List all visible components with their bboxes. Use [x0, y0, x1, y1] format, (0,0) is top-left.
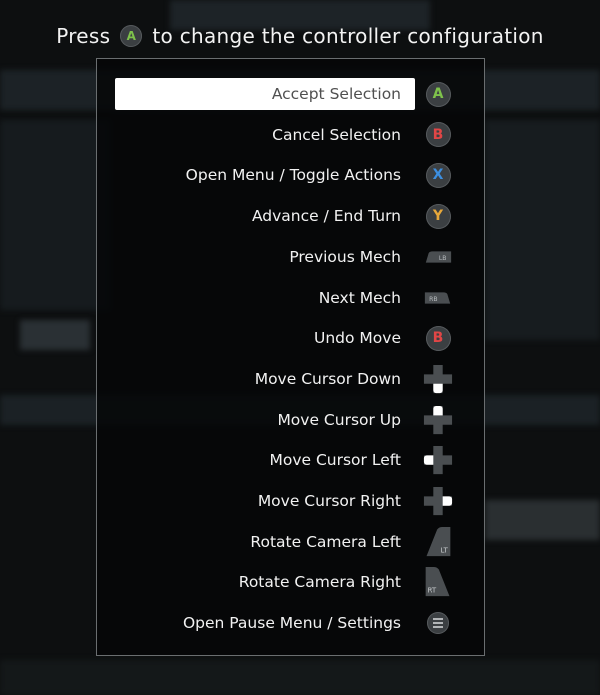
- binding-row[interactable]: Next Mech: [115, 282, 415, 314]
- svg-text:LT: LT: [441, 545, 449, 554]
- svg-text:LB: LB: [439, 255, 447, 262]
- a-button-icon: A: [120, 25, 143, 47]
- lb-bumper-icon: LB: [423, 242, 453, 272]
- menu-button-icon: [423, 608, 453, 638]
- controller-bindings-panel: Accept Selection A Cancel Selection B Open M…: [96, 58, 485, 656]
- binding-label: Move Cursor Left: [269, 451, 401, 470]
- binding-row[interactable]: Previous Mech: [115, 241, 415, 273]
- svg-text:RB: RB: [429, 295, 437, 302]
- b-button-icon: B: [423, 323, 453, 353]
- binding-label: Move Cursor Down: [254, 369, 401, 388]
- b-button-icon: B: [423, 120, 453, 150]
- binding-label: Advance / End Turn: [251, 207, 401, 226]
- dpad-down-icon: [423, 364, 453, 394]
- binding-row[interactable]: Move Cursor Up: [115, 404, 415, 436]
- y-button-icon: Y: [423, 201, 453, 231]
- binding-row[interactable]: Move Cursor Right: [115, 485, 415, 517]
- binding-label: Previous Mech: [289, 247, 401, 266]
- binding-label: Rotate Camera Left: [250, 532, 401, 551]
- lt-trigger-icon: LT: [423, 526, 453, 557]
- a-button-icon: A: [423, 79, 453, 109]
- binding-label: Open Menu / Toggle Actions: [185, 166, 401, 185]
- dpad-left-icon: [423, 445, 453, 475]
- binding-row[interactable]: Accept Selection: [115, 78, 415, 110]
- dpad-up-icon: [423, 405, 453, 435]
- binding-label: Next Mech: [318, 288, 401, 307]
- binding-row[interactable]: Open Menu / Toggle Actions: [115, 159, 415, 191]
- binding-row[interactable]: Rotate Camera Left: [115, 526, 415, 558]
- rt-trigger-icon: RT: [423, 567, 453, 597]
- binding-row[interactable]: Move Cursor Down: [115, 363, 415, 395]
- x-button-icon: X: [423, 160, 453, 190]
- binding-label: Undo Move: [314, 329, 401, 348]
- binding-row[interactable]: Rotate Camera Right: [115, 566, 415, 598]
- binding-label: Accept Selection: [271, 85, 401, 103]
- header-suffix: to change the controller configuration: [152, 24, 544, 48]
- rb-bumper-icon: RB: [423, 283, 453, 313]
- dpad-right-icon: [423, 486, 453, 516]
- binding-row[interactable]: Open Pause Menu / Settings: [115, 607, 415, 639]
- instruction-header: Press A to change the controller configu…: [0, 20, 600, 52]
- binding-row[interactable]: Advance / End Turn: [115, 200, 415, 232]
- binding-label: Rotate Camera Right: [238, 573, 401, 592]
- svg-text:RT: RT: [427, 586, 436, 595]
- binding-label: Cancel Selection: [272, 125, 401, 144]
- binding-row[interactable]: Cancel Selection: [115, 119, 415, 151]
- binding-label: Open Pause Menu / Settings: [182, 614, 401, 633]
- binding-row[interactable]: Undo Move: [115, 322, 415, 354]
- header-prefix: Press: [56, 24, 111, 48]
- binding-label: Move Cursor Right: [257, 492, 401, 510]
- binding-row[interactable]: Move Cursor Left: [115, 444, 415, 476]
- binding-label: Move Cursor Up: [277, 410, 401, 429]
